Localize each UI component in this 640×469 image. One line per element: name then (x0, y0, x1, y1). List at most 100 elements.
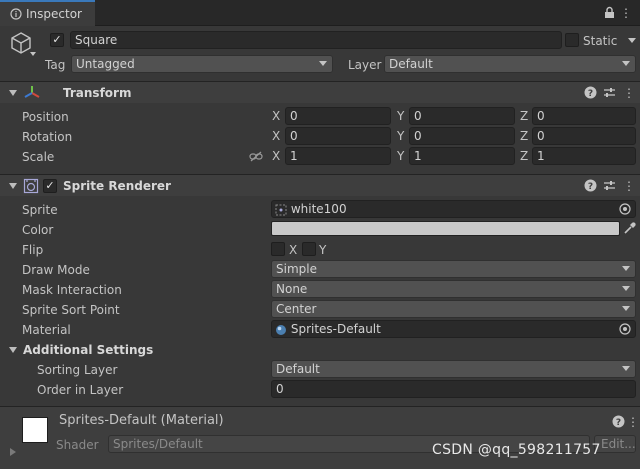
material-object-field[interactable]: Sprites-Default (271, 320, 636, 338)
transform-axes-icon (24, 86, 40, 98)
material-title: Sprites-Default (Material) (59, 413, 224, 428)
kebab-menu-icon[interactable]: ⋮ (619, 6, 633, 20)
layer-dropdown[interactable]: Default (384, 55, 636, 73)
material-value: Sprites-Default (290, 322, 381, 336)
scale-label: Scale (22, 150, 55, 164)
sprite-asset-icon (275, 204, 287, 215)
scale-y-field[interactable]: 1 (409, 147, 515, 165)
transform-title: Transform (63, 86, 132, 100)
sprite-sort-point-label: Sprite Sort Point (22, 303, 120, 317)
presets-sliders-icon[interactable] (603, 86, 616, 99)
scale-x-field[interactable]: 1 (285, 147, 391, 165)
flip-x-label: X (289, 243, 298, 257)
shader-value: Sprites/Default (113, 437, 203, 451)
mask-interaction-dropdown[interactable]: None (271, 280, 636, 298)
sprite-label: Sprite (22, 203, 58, 217)
scale-x-axis: X (272, 149, 281, 163)
kebab-menu-icon[interactable]: ⋮ (626, 415, 640, 429)
help-icon[interactable]: ? (612, 415, 625, 428)
kebab-menu-icon[interactable]: ⋮ (622, 179, 636, 193)
flip-y-checkbox[interactable] (302, 242, 316, 256)
lock-icon[interactable] (604, 6, 615, 19)
mask-interaction-label: Mask Interaction (22, 283, 122, 297)
tab-inspector[interactable]: Inspector (0, 0, 95, 26)
presets-sliders-icon[interactable] (603, 179, 616, 192)
sorting-layer-label: Sorting Layer (37, 363, 118, 377)
chevron-down-icon (622, 366, 630, 371)
rotation-z-axis: Z (520, 129, 529, 143)
position-x-axis: X (272, 109, 281, 123)
unlinked-chain-icon[interactable] (249, 151, 263, 162)
position-z-axis: Z (520, 109, 529, 123)
draw-mode-label: Draw Mode (22, 263, 90, 277)
foldout-arrow-icon[interactable] (9, 90, 17, 96)
additional-settings-foldout-icon[interactable] (9, 347, 17, 353)
layer-label: Layer (348, 58, 382, 72)
svg-text:?: ? (616, 418, 621, 428)
help-icon[interactable]: ? (584, 179, 597, 192)
help-icon[interactable]: ? (584, 86, 597, 99)
active-checkbox[interactable]: ✓ (50, 33, 64, 47)
shader-label: Shader (56, 438, 99, 452)
eyedropper-icon[interactable] (623, 222, 636, 235)
gameobject-cube-icon (11, 32, 31, 54)
chevron-down-icon (622, 286, 630, 291)
tab-label: Inspector (26, 7, 82, 21)
chevron-down-icon (622, 266, 630, 271)
foldout-right-icon[interactable] (10, 448, 16, 456)
scale-y-axis: Y (397, 149, 405, 163)
tab-bar: Inspector ⋮ (0, 0, 640, 26)
tag-dropdown[interactable]: Untagged (71, 55, 333, 73)
sprite-renderer-enabled-checkbox[interactable]: ✓ (43, 179, 57, 193)
chevron-down-icon (622, 306, 630, 311)
rotation-x-axis: X (272, 129, 281, 143)
sprite-renderer-icon (23, 178, 39, 194)
order-in-layer-field[interactable]: 0 (271, 380, 636, 398)
object-name-input[interactable]: Square (70, 31, 562, 49)
sprite-renderer-header[interactable]: ✓ Sprite Renderer ? ⋮ (0, 174, 640, 196)
foldout-arrow-icon[interactable] (9, 183, 17, 189)
position-z-field[interactable]: 0 (532, 107, 636, 125)
material-inspector: Sprites-Default (Material) ? ⋮ Shader Sp… (0, 406, 640, 469)
color-swatch[interactable] (271, 221, 620, 236)
kebab-menu-icon[interactable]: ⋮ (622, 86, 636, 100)
order-in-layer-label: Order in Layer (37, 383, 124, 397)
sorting-layer-dropdown[interactable]: Default (271, 360, 636, 378)
rotation-y-field[interactable]: 0 (409, 127, 515, 145)
rotation-x-field[interactable]: 0 (285, 127, 391, 145)
tag-value: Untagged (76, 57, 135, 71)
object-picker-icon[interactable] (619, 323, 631, 335)
icon-dropdown-arrow[interactable] (30, 52, 36, 56)
layer-value: Default (389, 57, 433, 71)
position-label: Position (22, 110, 69, 124)
color-label: Color (22, 223, 54, 237)
material-sphere-icon (276, 324, 286, 335)
scale-z-axis: Z (520, 149, 529, 163)
info-icon (10, 8, 22, 20)
static-checkbox[interactable] (565, 33, 579, 47)
position-y-axis: Y (397, 109, 405, 123)
sprite-value: white100 (290, 202, 347, 216)
flip-y-label: Y (319, 243, 327, 257)
sprite-sort-point-dropdown[interactable]: Center (271, 300, 636, 318)
flip-x-checkbox[interactable] (271, 242, 285, 256)
material-preview-thumbnail (22, 417, 48, 443)
flip-label: Flip (22, 243, 44, 257)
mask-interaction-value: None (276, 282, 308, 296)
chevron-down-icon (622, 61, 630, 66)
scale-z-field[interactable]: 1 (532, 147, 636, 165)
sprite-renderer-title: Sprite Renderer (63, 179, 171, 193)
shader-edit-label: Edit... (601, 437, 636, 451)
additional-settings-label[interactable]: Additional Settings (23, 342, 153, 358)
sprite-object-field[interactable]: white100 (271, 200, 636, 218)
draw-mode-dropdown[interactable]: Simple (271, 260, 636, 278)
sorting-layer-value: Default (276, 362, 320, 376)
static-dropdown-arrow[interactable] (628, 38, 636, 43)
material-label: Material (22, 323, 71, 337)
static-label: Static (583, 34, 618, 48)
position-y-field[interactable]: 0 (409, 107, 515, 125)
rotation-z-field[interactable]: 0 (532, 127, 636, 145)
transform-header[interactable]: Transform ? ⋮ (0, 81, 640, 103)
position-x-field[interactable]: 0 (285, 107, 391, 125)
object-picker-icon[interactable] (619, 203, 631, 215)
